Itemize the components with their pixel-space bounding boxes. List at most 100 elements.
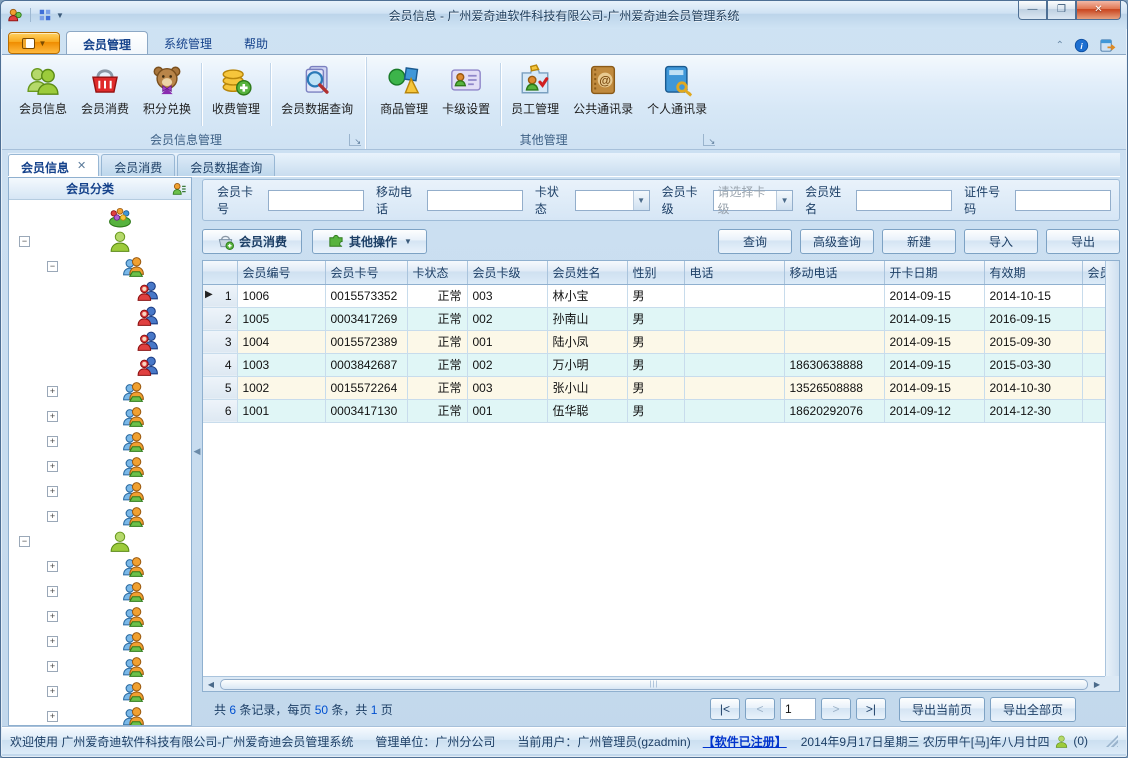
- expand-icon[interactable]: +: [47, 561, 58, 572]
- table-row[interactable]: 1 ▶ 1006 0015573352 正常 003 林小宝男 2014-09-15 2014-…: [203, 284, 1105, 308]
- column-header-会员编号[interactable]: 会员编号: [237, 261, 326, 285]
- table-row[interactable]: 5 1002 0015572264 正常 003 张小山男 13526508888 2014-…: [203, 376, 1105, 400]
- tree-item-卡有效期[interactable]: +卡有效期: [9, 604, 191, 629]
- tree-item-中级会员[interactable]: 中级会员: [9, 329, 191, 354]
- tree-item-新增会员[interactable]: +新增会员: [9, 554, 191, 579]
- table-row[interactable]: 3 1004 0015572389 正常 001 陆小凤男 2014-09-15 2015-0…: [203, 330, 1105, 354]
- expand-icon[interactable]: +: [47, 436, 58, 447]
- column-header-会员卡号[interactable]: 会员卡号: [325, 261, 408, 285]
- tree-item-累计充值[interactable]: +累计充值: [9, 654, 191, 679]
- ribbon-button-卡级设置[interactable]: 卡级设置: [435, 59, 497, 130]
- column-header-会员[interactable]: 会员: [1082, 261, 1105, 285]
- doc-tab-会员消费[interactable]: 会员消费: [101, 154, 176, 176]
- expand-icon[interactable]: +: [47, 636, 58, 647]
- minimize-button[interactable]: —: [1018, 1, 1047, 20]
- filter-combo-会员卡级[interactable]: 请选择卡级 ▼: [712, 185, 794, 216]
- table-row[interactable]: 6 1001 0003417130 正常 001 伍华聪男 18620292076 2014-…: [203, 399, 1105, 423]
- expand-icon[interactable]: +: [47, 611, 58, 622]
- ribbon-button-商品管理[interactable]: 商品管理: [373, 59, 435, 130]
- close-tab-icon[interactable]: ✕: [77, 159, 86, 176]
- tree-item-会员省份[interactable]: +会员省份: [9, 479, 191, 504]
- close-button[interactable]: ✕: [1076, 1, 1121, 20]
- maximize-button[interactable]: ❐: [1047, 1, 1076, 20]
- dialog-launcher-icon[interactable]: ↘: [349, 134, 362, 146]
- ribbon-button-员工管理[interactable]: 员工管理: [504, 59, 566, 130]
- ribbon-tab-帮助[interactable]: 帮助: [228, 31, 284, 54]
- ribbon-button-会员数据查询[interactable]: 会员数据查询: [274, 59, 360, 130]
- scroll-right-icon[interactable]: ▶: [1089, 680, 1105, 689]
- filter-input-会员卡号[interactable]: [267, 189, 364, 211]
- tree-item-普通会员[interactable]: 普通会员: [9, 354, 191, 379]
- tree-item-高级会员[interactable]: 高级会员: [9, 304, 191, 329]
- scrollbar-thumb[interactable]: |||: [220, 678, 1088, 690]
- tree-item-卡状态[interactable]: +卡状态: [9, 379, 191, 404]
- tree-item-会员城市[interactable]: +会员城市: [9, 504, 191, 529]
- column-header-indicator[interactable]: [203, 261, 238, 285]
- tree-item-最后消费日期[interactable]: +最后消费日期: [9, 579, 191, 604]
- horizontal-scrollbar[interactable]: ◀ ||| ▶: [203, 676, 1105, 691]
- doc-tab-会员数据查询[interactable]: 会员数据查询: [177, 154, 276, 176]
- column-header-性别[interactable]: 性别: [627, 261, 685, 285]
- application-menu-button[interactable]: ▼: [8, 32, 60, 54]
- filter-input-会员姓名[interactable]: [856, 189, 953, 211]
- vertical-scrollbar[interactable]: [1105, 261, 1119, 676]
- expand-icon[interactable]: +: [47, 511, 58, 522]
- expand-icon[interactable]: +: [47, 461, 58, 472]
- ribbon-button-会员消费[interactable]: 会员消费: [74, 59, 136, 130]
- collapse-ribbon-icon[interactable]: ⌃: [1056, 40, 1064, 51]
- layout-icon[interactable]: [38, 8, 52, 22]
- ribbon-button-收费管理[interactable]: 收费管理: [205, 59, 267, 130]
- dialog-launcher-icon[interactable]: ↘: [703, 134, 716, 146]
- collapse-icon[interactable]: −: [47, 261, 58, 272]
- button-导出[interactable]: 导出: [1046, 228, 1120, 254]
- register-status-link[interactable]: 【软件已注册】: [703, 733, 787, 750]
- button-新建[interactable]: 新建: [882, 228, 956, 254]
- expand-icon[interactable]: +: [47, 711, 58, 722]
- online-user-icon[interactable]: [1054, 734, 1069, 749]
- ribbon-tab-系统管理[interactable]: 系统管理: [148, 31, 228, 54]
- filter-input-证件号码[interactable]: [1015, 189, 1111, 211]
- column-header-移动电话[interactable]: 移动电话: [784, 261, 885, 285]
- button-会员消费[interactable]: 会员消费: [202, 228, 303, 254]
- tree-item-会员状态分类[interactable]: −会员状态分类: [9, 529, 191, 554]
- expand-icon[interactable]: +: [47, 386, 58, 397]
- export-all-pages-button[interactable]: 导出全部页: [989, 696, 1076, 722]
- column-header-会员姓名[interactable]: 会员姓名: [547, 261, 628, 285]
- ribbon-button-会员信息[interactable]: 会员信息: [12, 59, 74, 130]
- tree-item-会员属性分类[interactable]: −会员属性分类: [9, 229, 191, 254]
- resize-grip[interactable]: [1106, 735, 1118, 747]
- export-current-page-button[interactable]: 导出当前页: [898, 696, 985, 722]
- column-header-有效期[interactable]: 有效期: [984, 261, 1083, 285]
- tree-item-无卡会员[interactable]: 无卡会员: [9, 279, 191, 304]
- expand-icon[interactable]: +: [47, 686, 58, 697]
- expand-icon[interactable]: +: [47, 486, 58, 497]
- column-header-开卡日期[interactable]: 开卡日期: [884, 261, 985, 285]
- tree-item-会员民族[interactable]: +会员民族: [9, 454, 191, 479]
- table-row[interactable]: 4 1003 0003842687 正常 002 万小明男 18630638888 2014-…: [203, 353, 1105, 377]
- tree-item-禁用会员[interactable]: +禁用会员: [9, 629, 191, 654]
- button-高级查询[interactable]: 高级查询: [800, 228, 874, 254]
- doc-tab-会员信息[interactable]: 会员信息 ✕: [8, 154, 100, 176]
- filter-combo-卡状态[interactable]: ▼: [574, 189, 650, 211]
- expand-icon[interactable]: +: [47, 661, 58, 672]
- qat-dropdown-arrow-icon[interactable]: ▼: [56, 11, 64, 20]
- column-header-卡状态[interactable]: 卡状态: [407, 261, 468, 285]
- button-其他操作[interactable]: 其他操作 ▼: [312, 228, 427, 254]
- chevron-down-icon[interactable]: ▼: [776, 190, 793, 210]
- sidebar-splitter[interactable]: ◀: [192, 177, 202, 726]
- ribbon-tab-会员管理[interactable]: 会员管理: [66, 31, 149, 54]
- tree-item-全部会员[interactable]: 全部会员: [9, 204, 191, 229]
- tree-item-开卡介绍人[interactable]: +开卡介绍人: [9, 404, 191, 429]
- tree-item-会员余额[interactable]: +会员余额: [9, 704, 191, 725]
- info-icon[interactable]: [1074, 38, 1089, 53]
- collapse-icon[interactable]: −: [19, 536, 30, 547]
- chevron-down-icon[interactable]: ▼: [632, 190, 649, 210]
- pager-button->|[interactable]: >|: [855, 698, 886, 720]
- ribbon-button-个人通讯录[interactable]: 个人通讯录: [640, 59, 714, 130]
- table-row[interactable]: 2 1005 0003417269 正常 002 孙南山男 2014-09-15 2016-0…: [203, 307, 1105, 331]
- column-header-电话[interactable]: 电话: [684, 261, 785, 285]
- collapse-icon[interactable]: −: [19, 236, 30, 247]
- button-导入[interactable]: 导入: [964, 228, 1038, 254]
- tree-item-会员卡级[interactable]: −会员卡级: [9, 254, 191, 279]
- ribbon-button-积分兑换[interactable]: 积分兑换: [136, 59, 198, 130]
